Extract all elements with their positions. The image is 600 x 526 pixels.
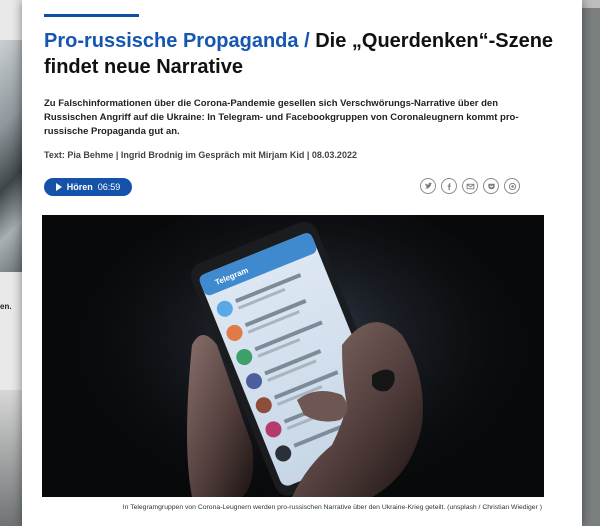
listen-duration: 06:59	[97, 182, 121, 192]
play-icon	[55, 183, 62, 191]
article-meta: Text: Pia Behme | Ingrid Brodnig im Gesp…	[44, 150, 357, 160]
share-bar	[420, 178, 520, 194]
share-icon[interactable]	[504, 178, 520, 194]
article-kicker: Pro-russische Propaganda /	[44, 30, 316, 52]
article-modal: Pro-russische Propaganda / Die „Querdenk…	[22, 0, 582, 526]
twitter-icon[interactable]	[420, 178, 436, 194]
facebook-icon[interactable]	[441, 178, 457, 194]
accent-bar	[44, 14, 139, 17]
phone-photo-illustration: Telegram	[42, 215, 544, 497]
image-caption: In Telegramgruppen von Corona-Leugnern w…	[122, 504, 542, 511]
email-icon[interactable]	[462, 178, 478, 194]
background-caption: en.	[0, 302, 12, 311]
listen-label: Hören	[66, 182, 93, 192]
article-title: Pro-russische Propaganda / Die „Querdenk…	[44, 28, 554, 80]
listen-button[interactable]: Hören 06:59	[44, 178, 132, 196]
article-image: Telegram	[42, 215, 544, 497]
article-lead: Zu Falschinformationen über die Corona-P…	[44, 98, 519, 137]
background-photo	[0, 40, 22, 272]
pocket-icon[interactable]	[483, 178, 499, 194]
